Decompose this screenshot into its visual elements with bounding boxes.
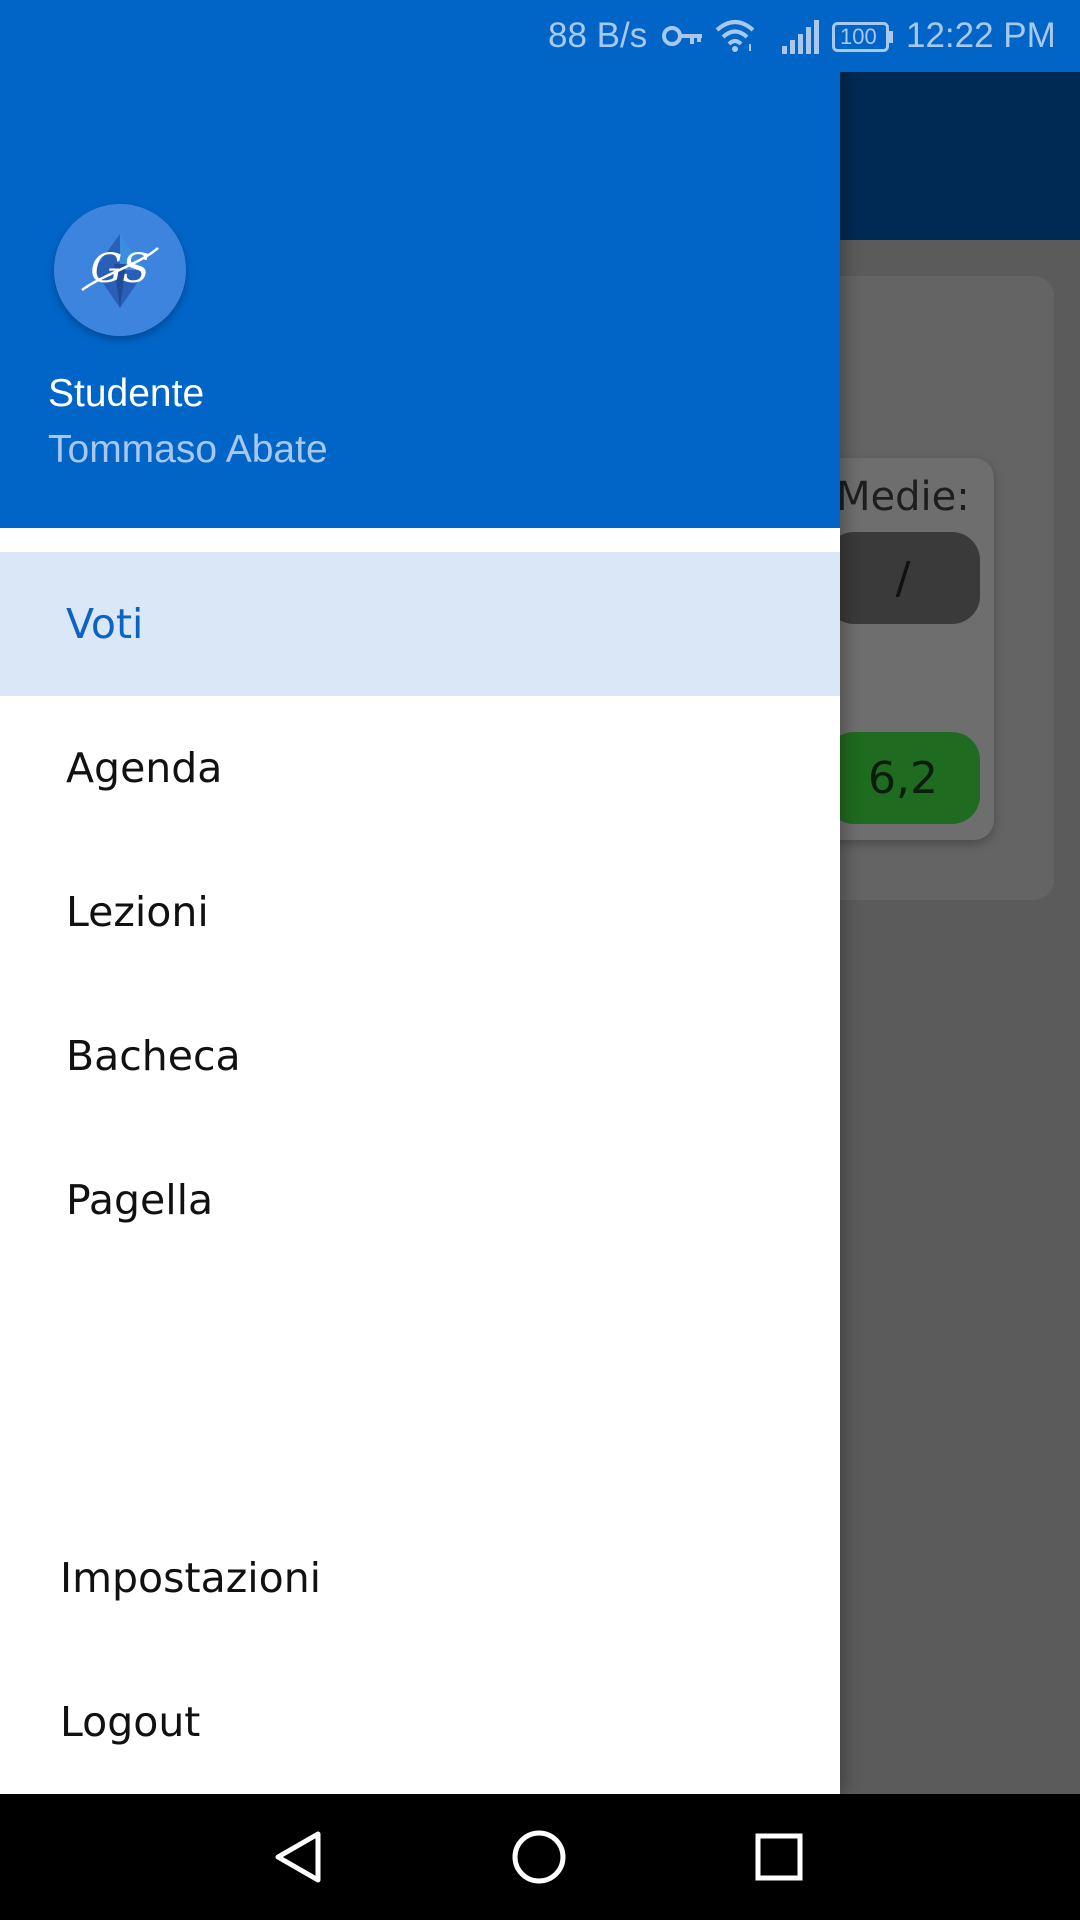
user-name: Tommaso Abate [48, 428, 328, 471]
nav-item-logout[interactable]: Logout [0, 1650, 840, 1794]
app-logo-icon: GS [54, 204, 186, 336]
drawer-header: GS Studente Tommaso Abate [0, 0, 840, 528]
back-button[interactable] [266, 1824, 332, 1890]
nav-item-agenda[interactable]: Agenda [0, 696, 840, 840]
back-triangle-icon [275, 1831, 321, 1883]
nav-item-label: Agenda [66, 744, 223, 792]
nav-item-label: Voti [66, 600, 144, 648]
app-logo-avatar: GS [54, 204, 186, 336]
averages-label: Medie: [836, 474, 970, 520]
battery-level: 100 [840, 24, 877, 49]
status-bar: 88 B/s 100 12:22 PM [0, 0, 1080, 72]
vpn-key-icon [662, 24, 704, 48]
clock: 12:22 PM [906, 16, 1056, 55]
recents-square-icon [755, 1833, 803, 1881]
user-role: Studente [48, 372, 205, 415]
recents-button[interactable] [746, 1824, 812, 1890]
wifi-icon [714, 18, 756, 54]
battery-icon: 100 [832, 22, 894, 52]
nav-item-pagella[interactable]: Pagella [0, 1128, 840, 1272]
nav-item-voti[interactable]: Voti [0, 552, 840, 696]
nav-item-label: Logout [60, 1698, 201, 1746]
average-pill-value: 6,2 [826, 732, 980, 824]
home-circle-icon [512, 1830, 566, 1884]
nav-item-bacheca[interactable]: Bacheca [0, 984, 840, 1128]
average-pill-empty: / [826, 532, 980, 624]
nav-item-label: Impostazioni [60, 1554, 322, 1602]
signal-icon [780, 20, 820, 54]
system-navigation-bar [0, 1794, 1080, 1920]
nav-item-impostazioni[interactable]: Impostazioni [0, 1506, 840, 1650]
navigation-drawer: GS Studente Tommaso Abate Voti Agenda Le… [0, 0, 840, 1794]
nav-item-label: Pagella [66, 1176, 214, 1224]
nav-item-label: Bacheca [66, 1032, 241, 1080]
network-speed: 88 B/s [548, 16, 648, 55]
nav-item-label: Lezioni [66, 888, 209, 936]
home-button[interactable] [506, 1824, 572, 1890]
nav-item-lezioni[interactable]: Lezioni [0, 840, 840, 984]
